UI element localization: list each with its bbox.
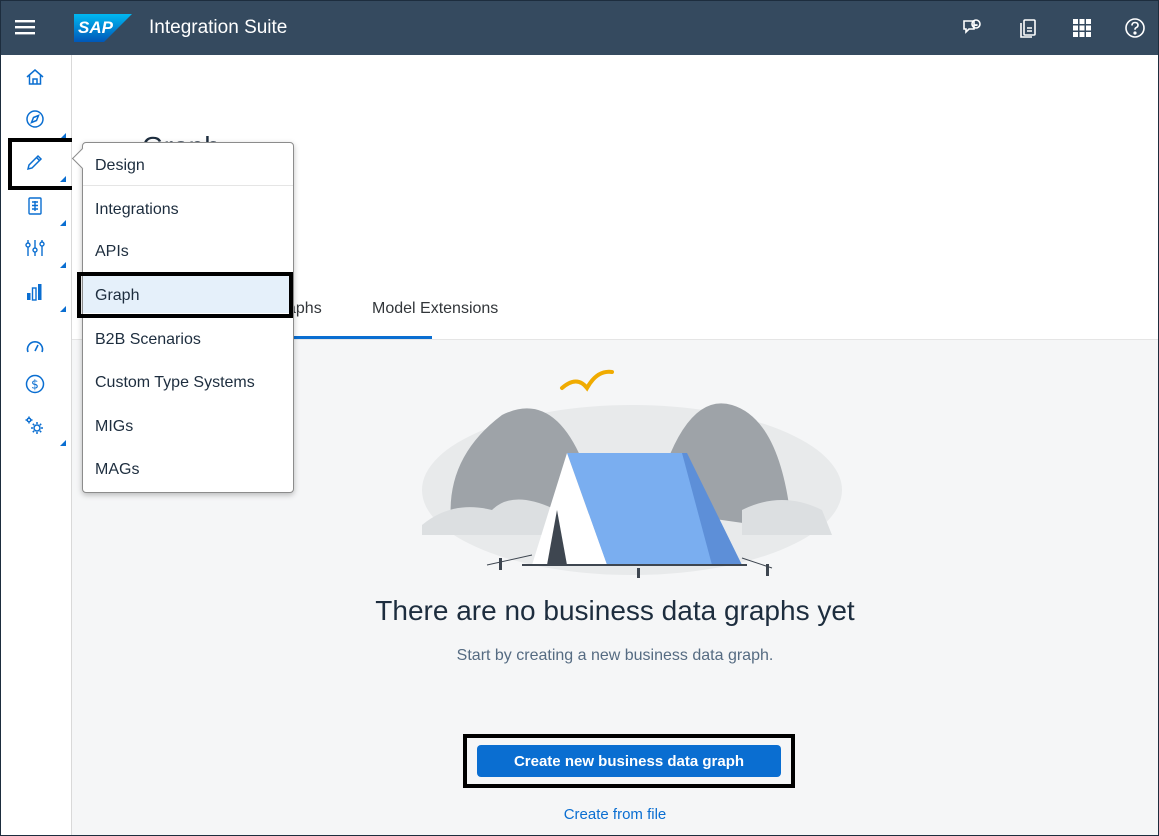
logo-text: SAP [78, 18, 113, 37]
menu-item-apis[interactable]: APIs [95, 243, 129, 261]
menu-icon[interactable] [13, 15, 39, 41]
app-frame: SAP Integration Suite $ aphs Model Exten… [0, 0, 1159, 836]
empty-state-subtitle: Start by creating a new business data gr… [456, 647, 774, 664]
menu-item-b2b-scenarios[interactable]: B2B Scenarios [95, 331, 201, 349]
menu-item-integrations[interactable]: Integrations [95, 201, 179, 219]
shell-bar: SAP Integration Suite [1, 1, 1158, 55]
test-icon[interactable] [23, 194, 47, 218]
menu-item-custom-type-systems[interactable]: Custom Type Systems [95, 374, 255, 392]
create-new-graph-button[interactable]: Create new business data graph [477, 745, 781, 777]
home-icon[interactable] [23, 65, 47, 89]
performance-icon[interactable] [23, 334, 47, 358]
empty-state-title: There are no business data graphs yet [375, 595, 855, 626]
help-icon[interactable] [1122, 15, 1148, 41]
create-from-file-link[interactable]: Create from file [72, 806, 1158, 823]
settings-icon[interactable] [23, 414, 47, 438]
tab-selected-indicator [287, 336, 432, 339]
test-expand-indicator [60, 220, 66, 226]
menu-item-mags[interactable]: MAGs [95, 461, 139, 479]
monitor-icon[interactable] [23, 280, 47, 304]
configure-expand-indicator [60, 262, 66, 268]
discover-icon[interactable] [23, 107, 47, 131]
app-title: Integration Suite [149, 17, 288, 38]
product-switch-icon[interactable] [1069, 15, 1095, 41]
tab-model-extensions[interactable]: Model Extensions [372, 300, 498, 318]
billing-icon[interactable]: $ [23, 372, 47, 396]
notifications-icon[interactable] [1015, 15, 1041, 41]
design-highlight-box [8, 138, 79, 190]
menu-item-migs[interactable]: MIGs [95, 418, 133, 436]
feedback-icon[interactable] [959, 15, 985, 41]
menu-header: Design [95, 157, 145, 174]
menu-separator [83, 185, 293, 186]
side-navigation: $ [1, 55, 79, 835]
settings-expand-indicator [60, 440, 66, 446]
monitor-expand-indicator [60, 306, 66, 312]
sap-logo[interactable]: SAP [74, 14, 132, 42]
tent-illustration [422, 369, 842, 578]
svg-text:$: $ [31, 378, 39, 392]
graph-item-highlight-box [77, 272, 293, 318]
configure-icon[interactable] [23, 236, 47, 260]
